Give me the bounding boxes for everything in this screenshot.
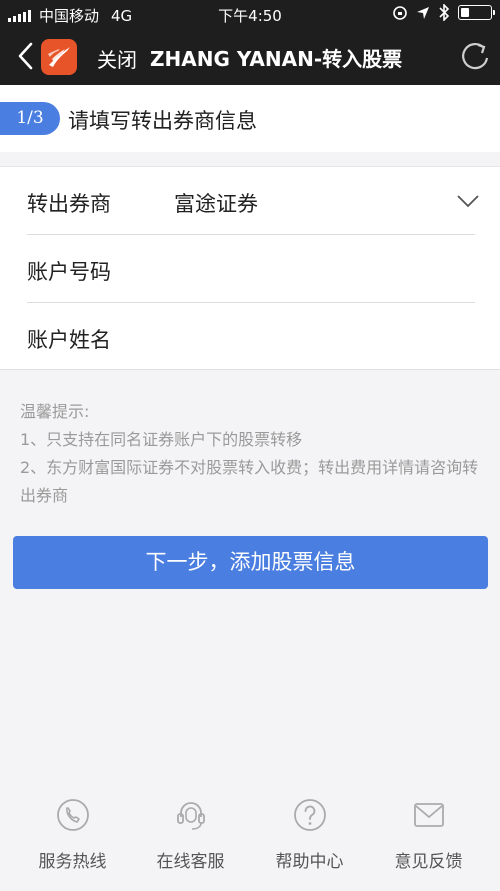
phone-icon xyxy=(57,799,89,831)
tips-title: 温馨提示: xyxy=(20,402,90,421)
transfer-form: 转出券商 富途证券 账户号码 账户姓名 xyxy=(0,166,500,370)
chevron-down-icon[interactable] xyxy=(456,191,480,211)
account-name-label: 账户姓名 xyxy=(27,328,111,352)
account-number-label: 账户号码 xyxy=(27,260,111,284)
account-name-input[interactable] xyxy=(174,317,464,357)
bottom-tab-bar: 服务热线 在线客服 帮助中心 意见反馈 xyxy=(0,786,500,891)
account-name-row: 账户姓名 xyxy=(0,303,500,371)
page-title: ZHANG YANAN-转入股票 xyxy=(150,47,403,71)
mail-icon xyxy=(414,803,444,827)
app-logo xyxy=(41,39,77,75)
tips-line: 2、东方财富国际证券不对股票转入收费；转出费用详情请咨询转出券商 xyxy=(20,458,479,505)
help-icon xyxy=(294,799,326,831)
tab-help-center[interactable]: 帮助中心 xyxy=(247,786,372,891)
tab-online-service[interactable]: 在线客服 xyxy=(128,786,253,891)
tab-service-hotline[interactable]: 服务热线 xyxy=(10,786,135,891)
bluetooth-icon xyxy=(439,4,450,21)
tab-feedback[interactable]: 意见反馈 xyxy=(366,786,491,891)
status-bar: 中国移动 4G 下午4:50 xyxy=(0,0,500,28)
refresh-icon[interactable] xyxy=(460,40,492,72)
account-number-row: 账户号码 xyxy=(0,235,500,303)
headset-icon xyxy=(177,802,205,830)
status-right xyxy=(392,4,495,21)
alarm-lock-icon xyxy=(393,5,407,20)
step-badge: 1/3 xyxy=(0,102,60,135)
next-step-button[interactable]: 下一步，添加股票信息 xyxy=(13,536,488,589)
account-number-input[interactable] xyxy=(174,249,464,289)
tips-line: 1、只支持在同名证券账户下的股票转移 xyxy=(20,430,303,449)
broker-label: 转出券商 xyxy=(27,192,111,216)
tips-section: 温馨提示: 1、只支持在同名证券账户下的股票转移 2、东方财富国际证券不对股票转… xyxy=(20,398,490,510)
location-icon xyxy=(417,6,429,19)
broker-value[interactable]: 富途证券 xyxy=(174,188,258,218)
tab-label: 帮助中心 xyxy=(275,852,344,872)
broker-select-row[interactable]: 转出券商 富途证券 xyxy=(0,167,500,235)
back-icon[interactable] xyxy=(14,40,38,72)
step-header: 1/3 请填写转出券商信息 xyxy=(0,85,500,152)
tab-label: 意见反馈 xyxy=(394,852,463,872)
close-button[interactable]: 关闭 xyxy=(97,44,137,73)
step-title: 请填写转出券商信息 xyxy=(68,109,257,133)
tab-label: 服务热线 xyxy=(38,852,107,872)
tab-label: 在线客服 xyxy=(156,852,225,872)
nav-bar: 关闭 ZHANG YANAN-转入股票 xyxy=(0,28,500,85)
battery-icon xyxy=(458,5,495,20)
